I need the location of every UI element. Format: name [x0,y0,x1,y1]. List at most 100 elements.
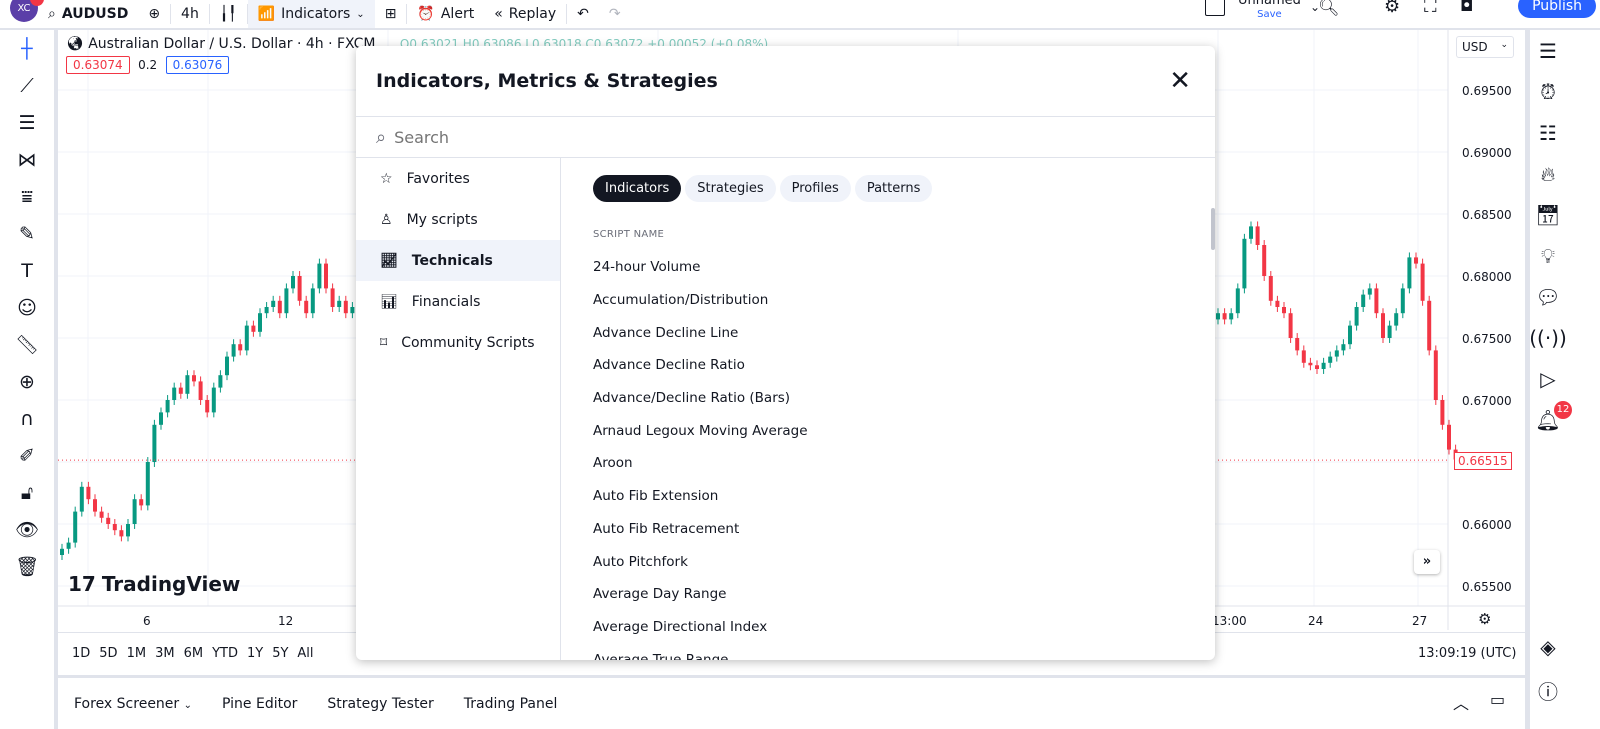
script-list-item[interactable]: Advance Decline Ratio [593,349,808,382]
magnet-icon[interactable]: ∩ [0,400,54,437]
chip-patterns[interactable]: Patterns [854,175,933,202]
ideas-bulb-icon[interactable]: 💡︎ [1530,235,1566,276]
brush-icon[interactable]: ✎ [0,215,54,252]
nav-financials[interactable]: 📊︎ Financials [356,281,560,322]
crosshair-icon[interactable]: ┼ [0,30,54,67]
alarm-clock-icon[interactable]: ⏰︎ [1530,71,1566,112]
nav-my-scripts[interactable]: ♙ My scripts [356,199,560,240]
settings-gear-icon[interactable]: ⚙ [1384,0,1400,17]
ruler-icon[interactable]: 📏︎ [0,326,54,363]
interval-button[interactable]: 4h [171,0,209,28]
replay-button[interactable]: « Replay [484,0,566,28]
zoom-in-icon[interactable]: ⊕ [0,363,54,400]
tab-strategy-tester[interactable]: Strategy Tester [327,696,433,712]
hotlist-flame-icon[interactable]: 🔥︎ [1530,153,1566,194]
prediction-icon[interactable]: ⩸ [0,178,54,215]
candle-body [218,375,223,388]
candle-body [1282,307,1286,314]
chip-strategies[interactable]: Strategies [685,175,776,202]
add-list-icon[interactable]: ☷ [1530,112,1566,153]
buy-price[interactable]: 0.63076 [165,56,230,74]
range-6m[interactable]: 6M [184,646,204,661]
watchlist-icon[interactable]: ☰ [1530,30,1566,71]
currency-select[interactable]: USD ⌄ [1456,36,1514,58]
range-5d[interactable]: 5D [99,646,117,661]
text-icon[interactable]: T [0,252,54,289]
layouts-button[interactable]: ⊞ [375,0,407,28]
calendar-icon[interactable]: 📅︎ [1530,194,1566,235]
range-3m[interactable]: 3M [155,646,175,661]
trend-line-icon[interactable]: ⟋ [0,67,54,104]
tab-pine-editor[interactable]: Pine Editor [222,696,297,712]
candle-body [1394,313,1399,326]
price-axis[interactable]: USD ⌄ 0.69500 0.69000 0.68500 0.68000 0.67500… [1448,30,1525,630]
streams-icon[interactable]: ((·)) [1529,317,1567,358]
nav-technicals[interactable]: 📈︎ Technicals [356,240,560,281]
compare-button[interactable]: ⊕ [138,0,170,28]
unlock-icon[interactable]: 🔓︎ [0,474,54,511]
help-icon[interactable]: ⓘ [1530,670,1566,711]
redo-button[interactable]: ↷ [599,0,631,28]
script-list-item[interactable]: Average True Range [593,643,808,660]
close-icon[interactable]: ✕ [1169,66,1191,96]
emoji-icon[interactable]: ☺ [0,289,54,326]
sell-price[interactable]: 0.63074 [66,56,130,74]
scroll-to-realtime-button[interactable]: » [1414,550,1440,574]
range-ytd[interactable]: YTD [212,646,238,661]
tab-forex-screener[interactable]: Forex Screener ⌄ [74,696,192,712]
axis-settings-icon[interactable]: ⚙ [1478,610,1491,628]
chip-profiles[interactable]: Profiles [779,175,851,202]
script-list-item[interactable]: Average Directional Index [593,611,808,644]
script-list-item[interactable]: Advance Decline Line [593,316,808,349]
search-input[interactable] [394,127,1095,147]
fullscreen-icon[interactable]: ⛶ [1424,0,1437,17]
notifications-bell-icon[interactable]: 🔔︎ 12 [1530,399,1572,440]
scrollbar[interactable] [1211,208,1215,250]
user-avatar[interactable]: XC [10,0,44,22]
pattern-icon[interactable]: ⋈ [0,141,54,178]
range-all[interactable]: All [297,646,313,661]
candle-body [1262,245,1267,276]
utc-clock[interactable]: 13:09:19 (UTC) [1418,646,1516,661]
trash-icon[interactable]: 🗑︎ [0,548,54,585]
maximize-icon[interactable]: ▭ [1490,690,1505,709]
range-1m[interactable]: 1M [127,646,147,661]
range-5y[interactable]: 5Y [272,646,288,661]
layers-icon[interactable]: ◈ [1530,626,1566,667]
layout-name-button[interactable]: Unnamed Save [1238,0,1301,22]
indicators-button[interactable]: 📶 Indicators ⌄ [247,0,375,28]
symbol-title[interactable]: Australian Dollar / U.S. Dollar · 4h · F… [88,36,375,52]
quick-search-icon[interactable]: 🔍︎ [1318,0,1340,18]
script-list-item[interactable]: Accumulation/Distribution [593,284,808,317]
chat-icon[interactable]: 💬︎ [1530,276,1566,317]
time-tick: 24 [1308,614,1324,628]
chevron-up-icon[interactable]: ︿ [1453,690,1469,714]
script-list-item[interactable]: Advance/Decline Ratio (Bars) [593,382,808,415]
undo-button[interactable]: ↶ [567,0,599,28]
script-list-item[interactable]: Aroon [593,447,808,480]
script-list-item[interactable]: 24-hour Volume [593,251,808,284]
publish-button[interactable]: Publish [1518,0,1596,18]
nav-favorites[interactable]: ☆ Favorites [356,158,560,199]
candle-body [330,288,335,307]
nav-community-scripts[interactable]: ⌑ Community Scripts [356,322,560,363]
chip-indicators[interactable]: Indicators [593,175,682,202]
play-icon[interactable]: ▷ [1530,358,1566,399]
script-list-item[interactable]: Arnaud Legoux Moving Average [593,414,808,447]
camera-icon[interactable]: ◘ [1460,0,1473,16]
tab-trading-panel[interactable]: Trading Panel [464,696,558,712]
candle-body [60,548,64,555]
alert-button[interactable]: ⏰ Alert [407,0,484,28]
eye-icon[interactable]: 👁︎ [0,511,54,548]
script-list-item[interactable]: Auto Pitchfork [593,545,808,578]
lock-pencil-icon[interactable]: ✐ [0,437,54,474]
script-list-item[interactable]: Average Day Range [593,578,808,611]
symbol-search-button[interactable]: ⌕ AUDUSD [38,0,138,28]
range-1y[interactable]: 1Y [247,646,263,661]
chart-type-button[interactable]: ╽╿ [210,0,247,28]
range-1d[interactable]: 1D [72,646,90,661]
script-list-item[interactable]: Auto Fib Retracement [593,513,808,546]
script-list-item[interactable]: Auto Fib Extension [593,480,808,513]
fib-retracement-icon[interactable]: ☰ [0,104,54,141]
layout-icon[interactable] [1205,0,1225,16]
